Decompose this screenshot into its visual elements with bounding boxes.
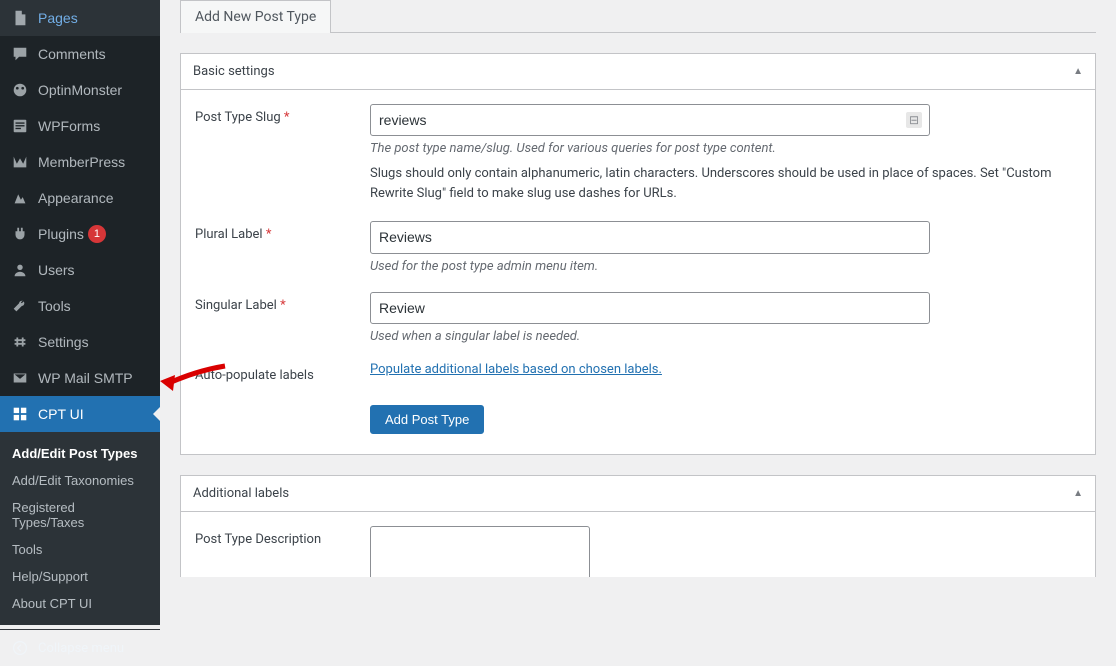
sidebar-item-plugins[interactable]: Plugins 1 [0,216,160,252]
field-row-autopop: Auto-populate labels Populate additional… [195,362,1081,383]
admin-sidebar: Pages Comments OptinMonster WPForms Memb… [0,0,160,577]
field-row-submit: Add Post Type [195,401,1081,434]
field-row-description: Post Type Description [195,526,1081,577]
singular-label: Singular Label * [195,292,370,344]
sidebar-item-label: Tools [38,298,71,314]
sidebar-item-appearance[interactable]: Appearance [0,180,160,216]
panel-body-basic: Post Type Slug * ⊟ The post type name/sl… [181,90,1095,454]
tools-icon [10,296,30,316]
description-control [370,526,930,577]
panel-title: Basic settings [193,64,275,79]
add-post-type-button[interactable]: Add Post Type [370,405,484,434]
required-marker: * [280,298,286,313]
submenu-about[interactable]: About CPT UI [0,590,160,617]
settings-icon [10,332,30,352]
panel-title: Additional labels [193,486,289,501]
pages-icon [10,8,30,28]
cptui-submenu: Add/Edit Post Types Add/Edit Taxonomies … [0,432,160,625]
input-indicator-icon: ⊟ [906,112,922,128]
sidebar-item-label: Comments [38,46,106,62]
collapse-label: Collapse menu [38,641,124,656]
sidebar-item-wpforms[interactable]: WPForms [0,108,160,144]
autopop-label: Auto-populate labels [195,362,370,383]
singular-hint: Used when a singular label is needed. [370,329,930,344]
cptui-icon [10,404,30,424]
sidebar-item-users[interactable]: Users [0,252,160,288]
sidebar-item-label: Users [38,262,75,278]
sidebar-item-label: OptinMonster [38,82,122,98]
collapse-menu-button[interactable]: Collapse menu [0,629,160,666]
chevron-up-icon: ▲ [1073,488,1083,499]
sidebar-item-label: WPForms [38,118,100,134]
slug-extra-hint: Slugs should only contain alphanumeric, … [370,164,1081,203]
panel-header-basic[interactable]: Basic settings ▲ [181,54,1095,90]
optinmonster-icon [10,80,30,100]
required-marker: * [266,227,272,242]
plural-input[interactable] [370,221,930,253]
field-row-singular: Singular Label * Used when a singular la… [195,292,1081,344]
sidebar-item-label: Plugins [38,226,84,242]
slug-input[interactable] [370,104,930,136]
submenu-tools[interactable]: Tools [0,536,160,563]
appearance-icon [10,188,30,208]
slug-control: ⊟ The post type name/slug. Used for vari… [370,104,1081,203]
tab-add-new-post-type[interactable]: Add New Post Type [180,0,331,33]
plugins-update-badge: 1 [88,225,106,243]
sidebar-item-tools[interactable]: Tools [0,288,160,324]
required-marker: * [284,110,290,125]
plural-hint: Used for the post type admin menu item. [370,259,930,274]
users-icon [10,260,30,280]
singular-control: Used when a singular label is needed. [370,292,930,344]
panel-basic-settings: Basic settings ▲ Post Type Slug * ⊟ The … [180,53,1096,455]
field-row-plural: Plural Label * Used for the post type ad… [195,221,1081,273]
plural-control: Used for the post type admin menu item. [370,221,930,273]
sidebar-item-pages[interactable]: Pages [0,0,160,36]
plural-label: Plural Label * [195,221,370,273]
panel-header-additional[interactable]: Additional labels ▲ [181,476,1095,512]
sidebar-item-cptui[interactable]: CPT UI [0,396,160,432]
field-row-slug: Post Type Slug * ⊟ The post type name/sl… [195,104,1081,203]
wpforms-icon [10,116,30,136]
main-content: Add New Post Type Basic settings ▲ Post … [160,0,1116,577]
sidebar-item-settings[interactable]: Settings [0,324,160,360]
chevron-up-icon: ▲ [1073,66,1083,77]
autopop-control: Populate additional labels based on chos… [370,362,930,383]
submenu-add-edit-post-types[interactable]: Add/Edit Post Types [0,440,160,467]
slug-label: Post Type Slug * [195,104,370,203]
sidebar-item-label: CPT UI [38,406,84,422]
plugins-icon [10,224,30,244]
tab-navigation: Add New Post Type [180,0,1096,33]
slug-hint: The post type name/slug. Used for variou… [370,141,1081,156]
submenu-registered-types[interactable]: Registered Types/Taxes [0,494,160,536]
sidebar-item-label: MemberPress [38,154,125,170]
sidebar-item-wpmailsmtp[interactable]: WP Mail SMTP [0,360,160,396]
description-textarea[interactable] [370,526,590,577]
autopop-link[interactable]: Populate additional labels based on chos… [370,362,662,377]
sidebar-item-label: Appearance [38,190,114,206]
panel-additional-labels: Additional labels ▲ Post Type Descriptio… [180,475,1096,577]
sidebar-item-optinmonster[interactable]: OptinMonster [0,72,160,108]
sidebar-item-label: Settings [38,334,89,350]
mail-icon [10,368,30,388]
description-label: Post Type Description [195,526,370,577]
singular-input[interactable] [370,292,930,324]
sidebar-item-comments[interactable]: Comments [0,36,160,72]
panel-body-additional: Post Type Description [181,512,1095,577]
sidebar-item-label: WP Mail SMTP [38,370,133,386]
memberpress-icon [10,152,30,172]
comments-icon [10,44,30,64]
collapse-icon [10,638,30,658]
sidebar-item-label: Pages [38,10,78,26]
submenu-add-edit-taxonomies[interactable]: Add/Edit Taxonomies [0,467,160,494]
sidebar-item-memberpress[interactable]: MemberPress [0,144,160,180]
